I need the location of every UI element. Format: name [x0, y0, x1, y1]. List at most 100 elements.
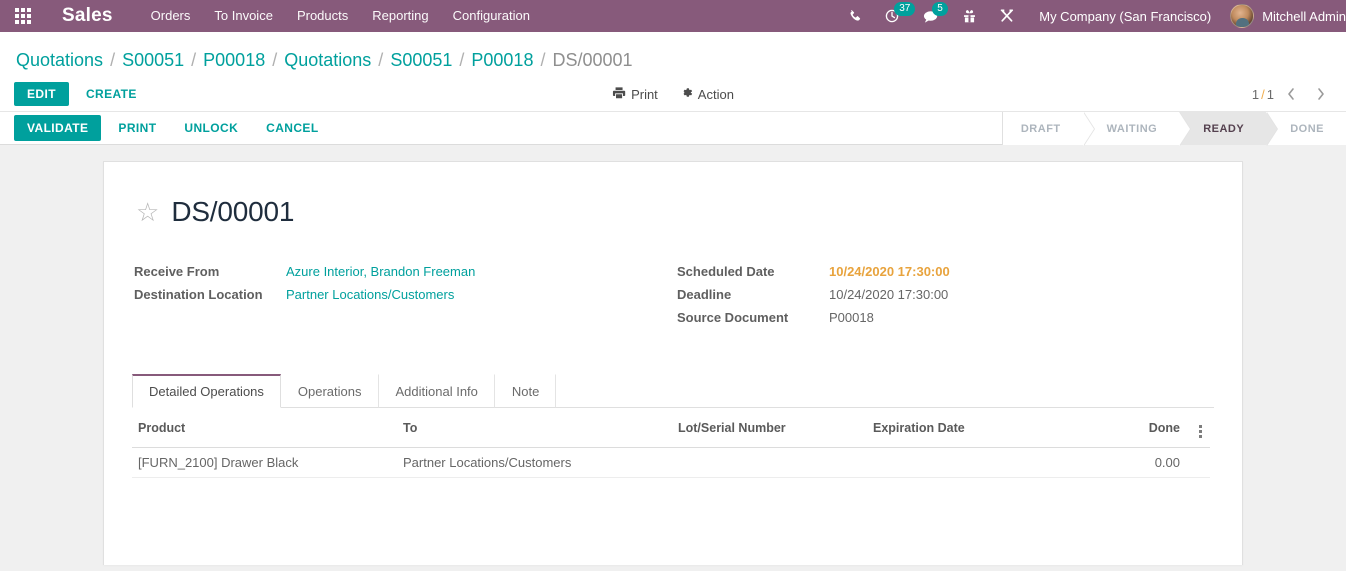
- record-statusbar: VALIDATE PRINT UNLOCK CANCEL DRAFT WAITI…: [0, 111, 1346, 146]
- gear-icon: [680, 86, 693, 102]
- operations-table: Product To Lot/Serial Number Expiration …: [132, 408, 1210, 478]
- breadcrumb-item-current: DS/00001: [552, 49, 633, 70]
- company-switcher[interactable]: My Company (San Francisco): [1026, 9, 1224, 24]
- breadcrumb-separator: /: [459, 49, 465, 70]
- print-menu[interactable]: Print: [612, 86, 658, 103]
- notebook-tabs: Detailed Operations Operations Additiona…: [132, 373, 1214, 408]
- action-label: Action: [697, 86, 734, 102]
- vertical-dots-icon: [1198, 425, 1202, 438]
- field-value-receive-from[interactable]: Azure Interior, Brandon Freeman: [286, 264, 475, 279]
- print-label: Print: [631, 86, 658, 102]
- cell-spacer: [1186, 447, 1210, 478]
- main-menu-bar: Orders To Invoice Products Reporting Con…: [139, 0, 542, 32]
- breadcrumb-separator: /: [378, 49, 384, 70]
- pager-total: 1: [1266, 86, 1274, 102]
- menu-configuration[interactable]: Configuration: [441, 0, 542, 32]
- messaging-count-badge: 5: [932, 2, 948, 16]
- operations-table-body: [FURN_2100] Drawer Black Partner Locatio…: [132, 447, 1210, 478]
- column-header-expiration-date[interactable]: Expiration Date: [867, 408, 1122, 448]
- systray: 37 5 My Company (San Francisco) Mitchell…: [837, 0, 1346, 32]
- pager-separator: /: [1261, 86, 1265, 102]
- field-label-destination-location: Destination Location: [134, 287, 263, 302]
- menu-orders[interactable]: Orders: [139, 0, 203, 32]
- field-label-scheduled-date: Scheduled Date: [677, 264, 775, 279]
- status-stage-draft[interactable]: DRAFT: [1002, 112, 1095, 146]
- page-title: DS/00001: [171, 196, 295, 227]
- create-button[interactable]: CREATE: [75, 82, 148, 106]
- field-label-deadline: Deadline: [677, 287, 732, 302]
- action-menu[interactable]: Action: [680, 86, 734, 102]
- field-destination-location: Destination Location Partner Locations/C…: [134, 287, 673, 302]
- menu-reporting[interactable]: Reporting: [360, 0, 440, 32]
- record-sheet: ☆ DS/00001 Receive From Azure Interior, …: [103, 161, 1243, 565]
- breadcrumb-item-3[interactable]: P00018: [203, 50, 265, 71]
- cell-lot-serial-number: [672, 447, 867, 478]
- field-deadline: Deadline 10/24/2020 17:30:00: [677, 287, 1212, 302]
- tab-operations[interactable]: Operations: [281, 374, 379, 408]
- status-stage-waiting[interactable]: WAITING: [1082, 112, 1191, 146]
- breadcrumb-item-4[interactable]: Quotations: [284, 50, 371, 71]
- tab-note[interactable]: Note: [495, 374, 557, 408]
- breadcrumb-separator: /: [272, 49, 278, 70]
- print-button[interactable]: PRINT: [107, 115, 167, 141]
- breadcrumb-item-1[interactable]: Quotations: [16, 50, 103, 71]
- control-panel-actions: Print Action: [612, 86, 734, 103]
- activity-clock-icon[interactable]: 37: [874, 0, 916, 32]
- breadcrumb-separator: /: [540, 49, 546, 70]
- table-header-row: Product To Lot/Serial Number Expiration …: [132, 408, 1210, 448]
- pager-previous-icon[interactable]: [1278, 81, 1304, 107]
- column-header-product[interactable]: Product: [132, 408, 397, 448]
- field-source-document: Source Document P00018: [677, 310, 1212, 325]
- top-navbar: Sales Orders To Invoice Products Reporti…: [0, 0, 1346, 32]
- menu-products[interactable]: Products: [285, 0, 360, 32]
- optional-columns-toggle[interactable]: [1186, 408, 1210, 448]
- messaging-chat-icon[interactable]: 5: [912, 0, 951, 32]
- breadcrumb-separator: /: [191, 49, 197, 70]
- column-header-to[interactable]: To: [397, 408, 672, 448]
- field-value-destination-location[interactable]: Partner Locations/Customers: [286, 287, 454, 302]
- cell-to: Partner Locations/Customers: [397, 447, 672, 478]
- favorite-star-icon[interactable]: ☆: [136, 199, 159, 225]
- operations-table-header: Product To Lot/Serial Number Expiration …: [132, 408, 1210, 448]
- unlock-button[interactable]: UNLOCK: [173, 115, 249, 141]
- user-name-label: Mitchell Admin: [1262, 8, 1346, 24]
- record-title-row: ☆ DS/00001: [136, 196, 1212, 228]
- edit-button[interactable]: EDIT: [14, 82, 69, 106]
- breadcrumb-item-5[interactable]: S00051: [390, 50, 452, 71]
- control-panel: EDIT CREATE Print Action 1/1: [0, 77, 1346, 111]
- pager-indicator[interactable]: 1/1: [1252, 87, 1274, 102]
- printer-icon: [612, 86, 626, 103]
- notebook: Detailed Operations Operations Additiona…: [132, 373, 1214, 478]
- tab-detailed-operations[interactable]: Detailed Operations: [132, 374, 281, 408]
- breadcrumb-item-6[interactable]: P00018: [471, 50, 533, 71]
- field-label-source-document: Source Document: [677, 310, 789, 325]
- record-pager: 1/1: [1252, 81, 1334, 107]
- cell-done: 0.00: [1122, 447, 1186, 478]
- status-stage-ready[interactable]: READY: [1179, 112, 1279, 146]
- crossed-tools-icon[interactable]: [988, 0, 1026, 32]
- apps-menu-icon[interactable]: [0, 0, 46, 32]
- column-header-done[interactable]: Done: [1122, 408, 1186, 448]
- validate-button[interactable]: VALIDATE: [14, 115, 102, 141]
- menu-to-invoice[interactable]: To Invoice: [202, 0, 285, 32]
- column-header-lot-serial-number[interactable]: Lot/Serial Number: [672, 408, 867, 448]
- gift-icon[interactable]: [951, 0, 988, 32]
- user-menu[interactable]: Mitchell Admin: [1224, 4, 1346, 28]
- breadcrumb-item-2[interactable]: S00051: [122, 50, 184, 71]
- field-scheduled-date: Scheduled Date 10/24/2020 17:30:00: [677, 264, 1212, 279]
- record-fields: Receive From Azure Interior, Brandon Fre…: [134, 264, 1212, 333]
- tab-additional-info[interactable]: Additional Info: [379, 374, 495, 408]
- field-receive-from: Receive From Azure Interior, Brandon Fre…: [134, 264, 673, 279]
- cancel-button[interactable]: CANCEL: [255, 115, 329, 141]
- user-avatar: [1230, 4, 1255, 28]
- field-label-receive-from: Receive From: [134, 264, 220, 279]
- cell-product: [FURN_2100] Drawer Black: [132, 447, 397, 478]
- phone-icon[interactable]: [837, 0, 874, 32]
- cell-expiration-date: [867, 447, 1122, 478]
- table-row[interactable]: [FURN_2100] Drawer Black Partner Locatio…: [132, 447, 1210, 478]
- field-value-scheduled-date: 10/24/2020 17:30:00: [829, 264, 950, 279]
- app-brand-title[interactable]: Sales: [46, 5, 139, 27]
- breadcrumb: Quotations / S00051 / P00018 / Quotation…: [0, 43, 1346, 77]
- breadcrumb-separator: /: [110, 49, 116, 70]
- pager-next-icon[interactable]: [1308, 81, 1334, 107]
